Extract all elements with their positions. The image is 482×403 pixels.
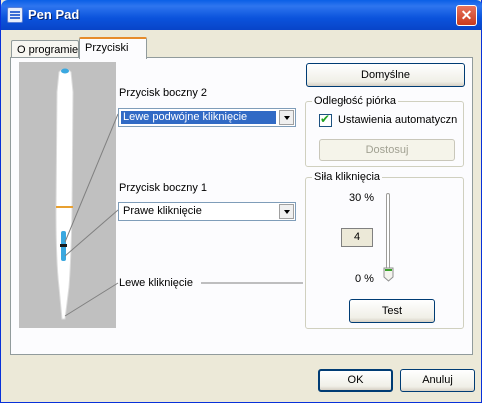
- adjust-button[interactable]: Dostosuj: [319, 139, 455, 161]
- click-force-value: 4: [341, 228, 373, 247]
- pen-illustration: [19, 62, 116, 328]
- side-button-2-combo[interactable]: Lewe podwójne kliknięcie: [118, 108, 296, 127]
- dropdown-arrow-icon[interactable]: [279, 204, 294, 219]
- dropdown-arrow-icon[interactable]: [279, 110, 294, 125]
- defaults-button[interactable]: Domyślne: [306, 63, 465, 87]
- close-icon: ✕: [460, 7, 473, 23]
- pen-distance-title: Odległość piórka: [312, 95, 398, 107]
- window-title: Pen Pad: [28, 7, 80, 22]
- click-force-slider-thumb[interactable]: [383, 267, 394, 282]
- click-force-title: Siła kliknięcia: [312, 171, 383, 183]
- auto-settings-label: Ustawienia automatyczn: [338, 114, 458, 126]
- tip-click-label: Lewe kliknięcie: [119, 277, 193, 289]
- test-button[interactable]: Test: [349, 299, 435, 323]
- cancel-button[interactable]: Anuluj: [400, 369, 475, 392]
- checkmark-icon: ✔: [320, 112, 331, 126]
- tab-przyciski[interactable]: Przyciski: [79, 37, 147, 59]
- auto-settings-checkbox[interactable]: ✔: [319, 112, 332, 127]
- close-button[interactable]: ✕: [456, 5, 477, 26]
- side-button-1-combo[interactable]: Prawe kliknięcie: [118, 202, 296, 221]
- tab-o-programie[interactable]: O programie: [11, 40, 79, 58]
- slider-min-label: 0 %: [355, 273, 374, 285]
- pen-pad-window: Pen Pad ✕ O programie Przyciski Przycisk…: [0, 0, 482, 403]
- slider-max-label: 30 %: [349, 192, 375, 204]
- click-force-slider-track[interactable]: [386, 193, 390, 278]
- app-icon: [7, 7, 23, 23]
- side-button-2-value: Lewe podwójne kliknięcie: [121, 111, 276, 124]
- side-button-1-value: Prawe kliknięcie: [123, 205, 202, 217]
- side-button-1-label: Przycisk boczny 1: [119, 182, 208, 194]
- title-bar[interactable]: Pen Pad ✕: [1, 0, 482, 30]
- ok-button[interactable]: OK: [318, 369, 393, 392]
- side-button-2-label: Przycisk boczny 2: [119, 87, 208, 99]
